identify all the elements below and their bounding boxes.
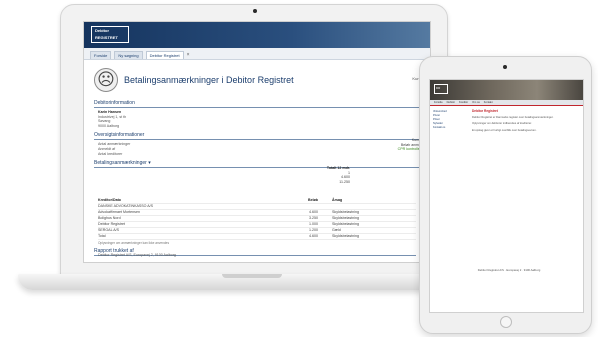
row-reason — [318, 204, 392, 209]
tablet-sidebar: Virksomhed Privat Priser Nyheder Kontakt… — [433, 110, 467, 130]
app-header: Debitor REGISTRET — [84, 22, 430, 48]
section-overview: Oversigtsinformationer — [94, 132, 420, 141]
overview-value-head: Totalt 12 mdr. — [326, 166, 350, 170]
row-creditor: DANSKE ADVOKATINKASSO A/S — [98, 204, 154, 208]
laptop-notch — [222, 274, 282, 278]
chevron-down-icon[interactable]: ▾ — [148, 160, 151, 166]
laptop-screen: Debitor REGISTRET Forside Ny søgning Deb… — [83, 21, 431, 263]
tablet-paragraph: Oplysninger om debitorer indberettes af … — [472, 122, 532, 126]
tablet-footer: Debitor Registret A/S · Europavej 2 · 91… — [477, 268, 541, 272]
tablet-camera-dot — [503, 65, 507, 69]
tablet-device: DR Forside Debitor Kreditor Om os Kontak… — [419, 56, 592, 334]
tablet-nav-item[interactable]: Om os — [472, 100, 480, 105]
row-creditor: Total — [98, 234, 106, 238]
row-reason: Skyldsbelastning — [332, 234, 359, 238]
row-amount: 1.000 — [309, 222, 318, 226]
tablet-paragraph: Debitor Registret er Danmarks register o… — [472, 115, 554, 119]
row-reason: Skyldsbelastning — [332, 222, 359, 226]
overview-value-3: 11.250 — [339, 179, 350, 184]
section-payment-remarks[interactable]: Betalingsanmærkninger ▾ — [94, 160, 420, 169]
tab-debitor-registret[interactable]: Debitor Registret — [145, 51, 184, 59]
tablet-main: Debitor Registret Debitor Registret er D… — [472, 109, 578, 136]
tablet-side-item[interactable]: Kontakt os — [433, 126, 467, 130]
tab-ny-soegning[interactable]: Ny søgning — [114, 51, 143, 59]
tablet-banner: DR — [430, 80, 583, 100]
laptop-base — [18, 274, 486, 290]
tablet-paragraph: Et opslag giver et hurtigt overblik over… — [472, 129, 537, 133]
report-line: Debitor Registret A/S, Europavej 2, 9100… — [98, 253, 176, 257]
row-creditor: Bolighus Nord — [98, 216, 121, 220]
camera-dot — [253, 9, 257, 13]
col-reason: Årsag — [332, 198, 343, 202]
col-amount: Beløb — [308, 198, 318, 202]
section-debtor-info: Debitorinformation — [94, 100, 420, 108]
laptop-lid: Debitor REGISTRET Forside Ny søgning Deb… — [60, 4, 448, 278]
table-row[interactable]: Total 4.600 Skyldsbelastning — [98, 234, 416, 240]
sad-face-icon: ☹ — [94, 68, 118, 92]
tab-bar: Forside Ny søgning Debitor Registret × — [84, 48, 430, 60]
payment-table: Kreditor/Dato Beløb Årsag DANSKE ADVOKAT… — [98, 198, 416, 245]
debitor-registret-logo[interactable]: Debitor REGISTRET — [91, 26, 129, 43]
row-creditor: Advokatfirmaet Mortensen — [98, 210, 140, 214]
tablet-divider — [430, 105, 583, 106]
table-note: Oplysninger om anmærkninger kan ikke anv… — [98, 241, 170, 245]
payment-remarks-title: Betalingsanmærkninger — [94, 160, 147, 167]
row-reason: Gæld — [332, 228, 341, 232]
row-reason: Skyldsbelastning — [332, 210, 359, 214]
tablet-nav-item[interactable]: Kreditor — [459, 100, 468, 105]
page-title: Betalingsanmærkninger i Debitor Registre… — [124, 75, 294, 85]
tablet-logo[interactable]: DR — [434, 84, 448, 94]
title-row: ☹ Betalingsanmærkninger i Debitor Regist… — [84, 60, 430, 96]
tablet-heading: Debitor Registret — [472, 109, 498, 113]
row-creditor: Debitor Registret — [98, 222, 125, 226]
logo-line-2: REGISTRET — [95, 35, 118, 40]
row-reason: Skyldsbelastning — [332, 216, 359, 220]
tablet-nav-item[interactable]: Forside — [434, 100, 443, 105]
tab-forside[interactable]: Forside — [90, 51, 112, 59]
row-amount — [278, 204, 318, 209]
debtor-zip: 9000 Aalborg — [98, 123, 120, 128]
tablet-nav-item[interactable]: Debitor — [447, 100, 455, 105]
row-amount: 3.250 — [309, 216, 318, 220]
row-amount: 4.600 — [309, 234, 318, 238]
tablet-screen: DR Forside Debitor Kreditor Om os Kontak… — [429, 79, 584, 313]
overview-values: Totalt 12 mdr. 1 4.600 11.250 — [327, 166, 350, 184]
close-tab-icon[interactable]: × — [187, 52, 190, 59]
tablet-nav-item[interactable]: Kontakt — [484, 100, 493, 105]
overview-line-3: Antal kreditorer — [98, 151, 123, 156]
col-creditor: Kreditor/Dato — [98, 198, 121, 202]
row-amount: 1.200 — [309, 228, 318, 232]
logo-line-1: Debitor — [95, 28, 109, 33]
row-creditor: SERGAL A/S — [98, 228, 120, 232]
row-amount: 4.600 — [309, 210, 318, 214]
tablet-home-button[interactable] — [500, 316, 512, 328]
